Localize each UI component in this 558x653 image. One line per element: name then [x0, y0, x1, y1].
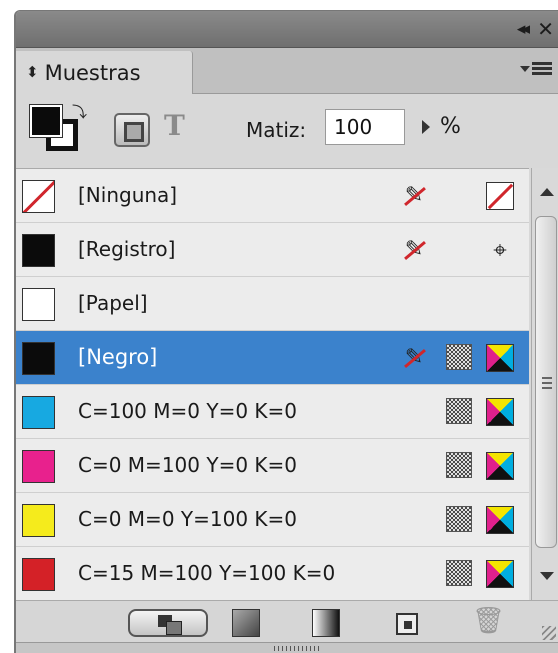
- tint-input[interactable]: [325, 109, 405, 145]
- registration-icon: ⌖: [493, 236, 507, 264]
- swatch-row-paper[interactable]: [Papel]: [16, 277, 529, 331]
- no-edit-icon: ✎: [400, 182, 428, 210]
- cmyk-mode-icon: [486, 560, 514, 588]
- trash-icon[interactable]: 🗑: [472, 607, 505, 635]
- updown-icon[interactable]: ⬍: [26, 65, 39, 80]
- collapse-panel-icon[interactable]: ◂◂: [517, 19, 530, 39]
- paper-swatch-chip: [22, 288, 55, 321]
- fill-stroke-control[interactable]: ⤵: [28, 101, 87, 155]
- swatch-name: [Registro]: [78, 237, 176, 261]
- swatch-row-cyan[interactable]: C=100 M=0 Y=0 K=0: [16, 385, 529, 439]
- swatch-row-black[interactable]: [Negro] ✎: [16, 331, 529, 385]
- process-color-icon: [446, 452, 472, 478]
- show-gradient-swatches-icon[interactable]: [312, 609, 340, 637]
- grip-icon: [542, 377, 552, 379]
- no-edit-icon: ✎: [400, 344, 428, 372]
- swatch-name: [Negro]: [78, 345, 158, 369]
- close-icon[interactable]: ✕: [537, 17, 554, 41]
- panel-menu-button[interactable]: [520, 61, 554, 81]
- none-color-icon: [486, 182, 514, 210]
- formatting-text-button[interactable]: T: [164, 109, 185, 142]
- swatch-name: C=0 M=100 Y=0 K=0: [78, 453, 298, 477]
- show-swatch-types-button[interactable]: [128, 609, 208, 637]
- swatch-name: [Ninguna]: [78, 183, 178, 207]
- menu-triangle-icon: [520, 66, 530, 72]
- black-swatch-chip: [22, 342, 55, 375]
- swatch-name: [Papel]: [78, 291, 148, 315]
- panel-bottom-toolbar: 🗑: [16, 600, 558, 642]
- show-color-swatches-icon[interactable]: [232, 609, 260, 637]
- formatting-container-button[interactable]: [114, 113, 150, 147]
- swatch-row-magenta[interactable]: C=0 M=100 Y=0 K=0: [16, 439, 529, 493]
- cyan-swatch-chip: [22, 396, 55, 429]
- scroll-down-icon[interactable]: [540, 572, 554, 580]
- swatch-row-red[interactable]: C=15 M=100 Y=100 K=0: [16, 547, 529, 601]
- tint-label: Matiz:: [246, 118, 307, 142]
- tab-row: ⬍ Muestras: [16, 48, 558, 94]
- tab-swatches[interactable]: ⬍ Muestras: [16, 51, 193, 94]
- resize-grip-icon[interactable]: [542, 626, 556, 640]
- tab-swatches-label: Muestras: [44, 60, 141, 85]
- panel-footer: [16, 642, 558, 653]
- cmyk-mode-icon: [486, 344, 514, 372]
- cmyk-mode-icon: [486, 398, 514, 426]
- red-swatch-chip: [22, 558, 55, 591]
- swatch-row-registration[interactable]: [Registro] ✎ ⌖: [16, 223, 529, 277]
- none-swatch-chip: [22, 180, 55, 213]
- swatch-name: C=0 M=0 Y=100 K=0: [78, 507, 298, 531]
- hamburger-icon: [532, 62, 552, 65]
- tint-slider-arrow-icon[interactable]: [422, 120, 430, 134]
- swatch-toolbar: ⤵ T Matiz: %: [16, 95, 558, 167]
- swatches-panel: ◂◂ ✕ ⬍ Muestras ⤵ T Matiz: % [Nin: [14, 10, 558, 653]
- swatch-row-none[interactable]: [Ninguna] ✎: [16, 169, 529, 223]
- process-color-icon: [446, 344, 472, 370]
- swap-fill-stroke-icon[interactable]: ⤵: [72, 101, 87, 122]
- process-color-icon: [446, 506, 472, 532]
- no-edit-icon: ✎: [400, 236, 428, 264]
- cmyk-mode-icon: [486, 506, 514, 534]
- resize-handle-icon[interactable]: [274, 646, 322, 651]
- new-swatch-icon[interactable]: [396, 613, 418, 635]
- scroll-up-icon[interactable]: [540, 188, 554, 196]
- swatch-list: [Ninguna] ✎ [Registro] ✎ ⌖ [Papel] [Negr…: [16, 168, 529, 601]
- yellow-swatch-chip: [22, 504, 55, 537]
- swatch-name: C=15 M=100 Y=100 K=0: [78, 561, 336, 585]
- registration-swatch-chip: [22, 234, 55, 267]
- cmyk-mode-icon: [486, 452, 514, 480]
- process-color-icon: [446, 560, 472, 586]
- fill-swatch-icon[interactable]: [29, 104, 63, 138]
- tint-unit: %: [440, 114, 461, 139]
- vertical-scrollbar[interactable]: [531, 168, 558, 600]
- panel-title-bar[interactable]: ◂◂ ✕: [16, 11, 558, 48]
- scroll-thumb[interactable]: [535, 216, 557, 548]
- process-color-icon: [446, 398, 472, 424]
- swatch-row-yellow[interactable]: C=0 M=0 Y=100 K=0: [16, 493, 529, 547]
- magenta-swatch-chip: [22, 450, 55, 483]
- swatch-name: C=100 M=0 Y=0 K=0: [78, 399, 298, 423]
